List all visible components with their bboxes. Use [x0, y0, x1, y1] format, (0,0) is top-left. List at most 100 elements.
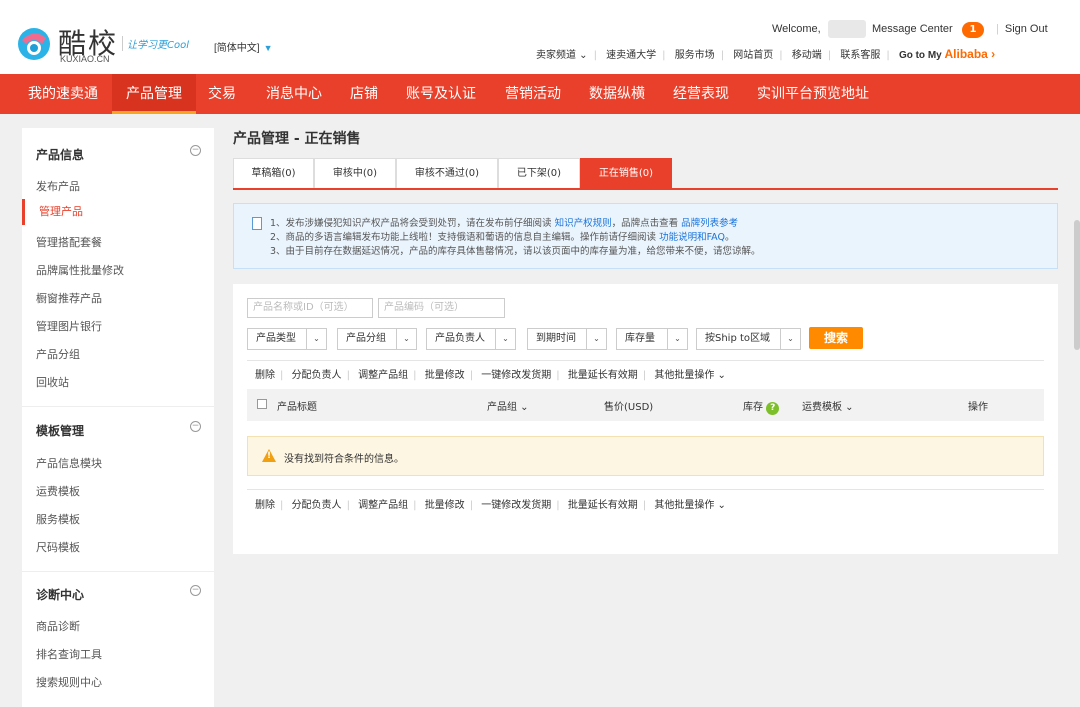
ip-rules-link[interactable]: 知识产权规则 [555, 218, 612, 229]
batch-delete-button[interactable]: 删除 [255, 500, 275, 511]
sidebar-item-service-template[interactable]: 服务模板 [36, 511, 80, 527]
sidebar-item-publish[interactable]: 发布产品 [36, 178, 80, 194]
nav-data[interactable]: 数据纵横 [589, 74, 645, 114]
tab-rejected[interactable]: 审核不通过(0) [396, 158, 498, 188]
notice-text: 1、发布涉嫌侵犯知识产权产品将会受到处罚，请在发布前仔细阅读 [270, 218, 555, 229]
tab-offline[interactable]: 已下架(0) [498, 158, 580, 188]
nav-product-management[interactable]: 产品管理 [112, 74, 196, 114]
col-shipping[interactable]: 运费模板 ⌄ [802, 398, 854, 413]
message-center-link[interactable]: Message Center [872, 23, 953, 35]
goto-my-alibaba-link[interactable]: Go to My Alibaba › [898, 47, 995, 61]
batch-ship-time-button[interactable]: 一键修改发货期 [481, 500, 551, 511]
language-selector[interactable]: [简体中文] ▼ [214, 39, 272, 54]
welcome-text: Welcome, [772, 23, 821, 35]
faq-link[interactable]: 功能说明和FAQ [659, 232, 725, 243]
batch-more-actions-dropdown[interactable]: 其他批量操作 ⌄ [654, 500, 726, 511]
brand-list-link[interactable]: 品牌列表参考 [681, 218, 738, 229]
sidebar-item-brand-batch[interactable]: 品牌属性批量修改 [36, 262, 124, 278]
top-link-university[interactable]: 速卖通大学 [606, 50, 656, 61]
select-label: 产品负责人 [435, 333, 485, 344]
batch-adjust-group-button[interactable]: 调整产品组 [358, 370, 408, 381]
kuxiao-logo-icon [18, 28, 50, 60]
top-link-mobile[interactable]: 移动端 [792, 50, 822, 61]
ship-to-select[interactable]: 按Ship to区域 ⌄ [696, 328, 801, 350]
tab-reviewing[interactable]: 审核中(0) [314, 158, 396, 188]
top-links: 卖家频道 ⌄ | 速卖通大学 | 服务市场 | 网站首页 | 移动端 | 联系客服 | Go… [536, 47, 996, 61]
collapse-icon[interactable]: − [190, 145, 201, 156]
sidebar-item-recycle[interactable]: 回收站 [36, 374, 69, 390]
product-type-select[interactable]: 产品类型 ⌄ [247, 328, 327, 350]
page-scrollbar[interactable] [1074, 220, 1080, 350]
sidebar-item-groups[interactable]: 产品分组 [36, 346, 80, 362]
batch-more-actions-dropdown[interactable]: 其他批量操作 ⌄ [654, 370, 726, 381]
language-label: [简体中文] [214, 43, 260, 54]
batch-extend-validity-button[interactable]: 批量延长有效期 [568, 370, 638, 381]
tab-on-sale[interactable]: 正在销售(0) [580, 158, 672, 188]
batch-edit-button[interactable]: 批量修改 [425, 370, 465, 381]
select-all-checkbox[interactable] [257, 399, 267, 409]
batch-actions-bottom: 删除 | 分配负责人 | 调整产品组 | 批量修改 | 一键修改发货期 | 批量延长有效期… [255, 500, 726, 511]
nav-store[interactable]: 店铺 [350, 74, 378, 114]
col-group[interactable]: 产品组 ⌄ [487, 398, 529, 413]
chevron-down-icon: ⌄ [586, 329, 606, 349]
status-tabs: 草稿箱(0) 审核中(0) 审核不通过(0) 已下架(0) 正在销售(0) [233, 158, 1058, 190]
expiry-select[interactable]: 到期时间 ⌄ [527, 328, 607, 350]
tab-drafts[interactable]: 草稿箱(0) [233, 158, 314, 188]
notice-line-3: 3、由于目前存在数据延迟情况，产品的库存具体售罄情况，请以该页面中的库存量为准，… [270, 243, 761, 257]
notice-line-2: 2、商品的多语言编辑发布功能上线啦！支持俄语和葡语的信息自主编辑。操作前请仔细阅… [270, 229, 735, 243]
top-link-seller-channel[interactable]: 卖家频道 ⌄ [536, 50, 588, 61]
table-header: 产品标题 产品组 ⌄ 售价(USD) 库存 ? 运费模板 ⌄ 操作 [247, 389, 1044, 421]
goto-prefix: Go to My [898, 50, 942, 61]
nav-account[interactable]: 账号及认证 [406, 74, 476, 114]
search-button[interactable]: 搜索 [809, 327, 863, 349]
sidebar-item-ranking-tool[interactable]: 排名查询工具 [36, 646, 102, 662]
sign-out-link[interactable]: Sign Out [996, 23, 1048, 35]
sidebar-group-templates[interactable]: 模板管理 [36, 422, 84, 439]
nav-message-center[interactable]: 消息中心 [266, 74, 322, 114]
product-code-input[interactable]: 产品编码（可选） [378, 298, 505, 318]
nav-performance[interactable]: 经营表现 [673, 74, 729, 114]
batch-ship-time-button[interactable]: 一键修改发货期 [481, 370, 551, 381]
batch-extend-validity-button[interactable]: 批量延长有效期 [568, 500, 638, 511]
notice-text: ，品牌点击查看 [611, 218, 682, 229]
warning-glyph: ! [267, 451, 272, 461]
sidebar-item-info-module[interactable]: 产品信息模块 [36, 455, 102, 471]
sidebar-item-image-bank[interactable]: 管理图片银行 [36, 318, 102, 334]
stock-select[interactable]: 库存量 ⌄ [616, 328, 688, 350]
nav-trade[interactable]: 交易 [208, 74, 236, 114]
sidebar-item-showcase[interactable]: 橱窗推荐产品 [36, 290, 102, 306]
product-group-select[interactable]: 产品分组 ⌄ [337, 328, 417, 350]
message-count-badge: 1 [962, 22, 984, 38]
notice-box: 1、发布涉嫌侵犯知识产权产品将会受到处罚，请在发布前仔细阅读 知识产权规则，品牌… [233, 203, 1058, 269]
sidebar-group-product-info[interactable]: 产品信息 [36, 146, 84, 163]
top-link-homepage[interactable]: 网站首页 [733, 50, 773, 61]
sidebar-item-product-diagnosis[interactable]: 商品诊断 [36, 618, 80, 634]
batch-delete-button[interactable]: 删除 [255, 370, 275, 381]
sidebar-item-manage-products[interactable]: 管理产品 [22, 199, 214, 225]
owner-select[interactable]: 产品负责人 ⌄ [426, 328, 516, 350]
batch-assign-owner-button[interactable]: 分配负责人 [292, 500, 342, 511]
top-link-contact[interactable]: 联系客服 [840, 50, 880, 61]
sidebar-item-size-template[interactable]: 尺码模板 [36, 539, 80, 555]
batch-assign-owner-button[interactable]: 分配负责人 [292, 370, 342, 381]
collapse-icon[interactable]: − [190, 585, 201, 596]
nav-my-aliexpress[interactable]: 我的速卖通 [14, 74, 112, 114]
collapse-icon[interactable]: − [190, 421, 201, 432]
sidebar-group-diagnosis[interactable]: 诊断中心 [36, 586, 84, 603]
empty-message: 没有找到符合条件的信息。 [284, 454, 404, 465]
divider [247, 360, 1044, 361]
product-name-input[interactable]: 产品名称或ID（可选） [247, 298, 373, 318]
top-link-service-market[interactable]: 服务市场 [675, 50, 715, 61]
select-label: 库存量 [625, 333, 655, 344]
batch-edit-button[interactable]: 批量修改 [425, 500, 465, 511]
batch-adjust-group-button[interactable]: 调整产品组 [358, 500, 408, 511]
top-header: 酷校 KUXIAO.CN 让学习更Cool [简体中文] ▼ Welcome, M… [0, 0, 1080, 74]
divider [22, 571, 214, 572]
chevron-down-icon: ⌄ [306, 329, 326, 349]
sidebar-item-bundles[interactable]: 管理搭配套餐 [36, 234, 102, 250]
sidebar-item-shipping-template[interactable]: 运费模板 [36, 483, 80, 499]
nav-training-preview[interactable]: 实训平台预览地址 [757, 74, 869, 114]
help-icon[interactable]: ? [766, 402, 780, 415]
nav-marketing[interactable]: 营销活动 [505, 74, 561, 114]
sidebar-item-search-rules[interactable]: 搜索规则中心 [36, 674, 102, 690]
